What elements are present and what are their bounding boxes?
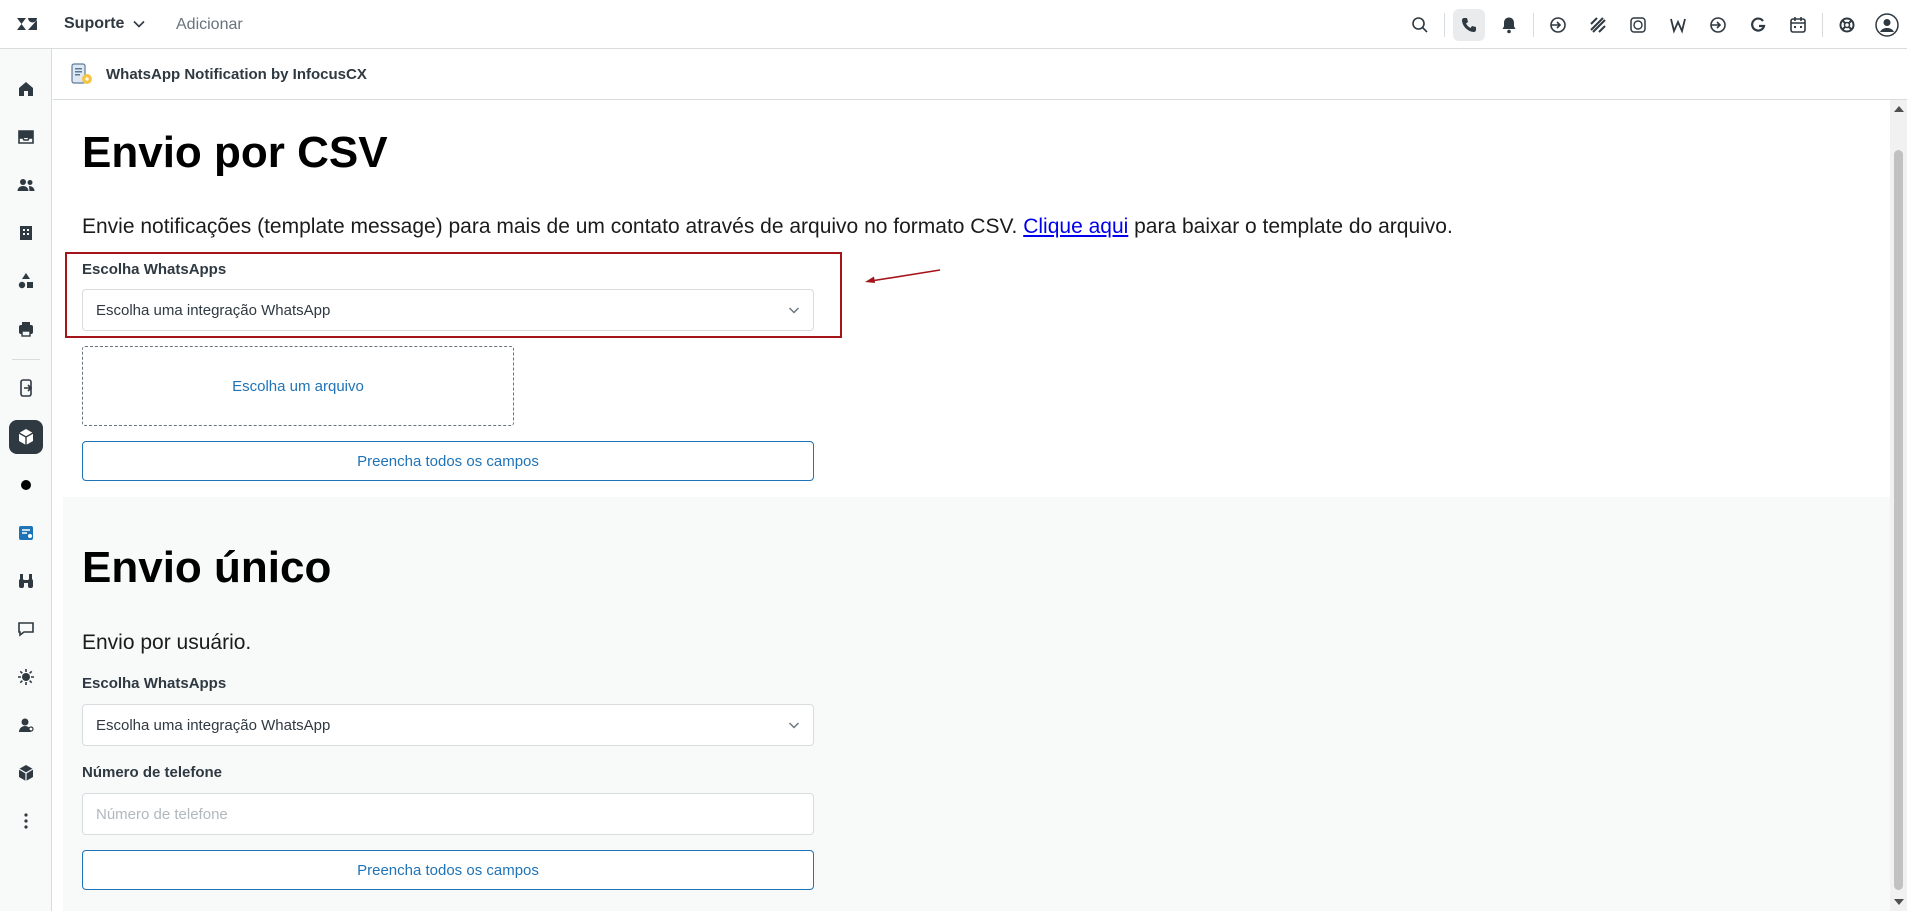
help-button[interactable]	[1827, 0, 1867, 49]
csv-section: Envio por CSV Envie notificações (templa…	[53, 100, 1890, 497]
chat-app-icon	[19, 526, 33, 540]
more-vertical-icon	[24, 813, 28, 829]
sidebar-item-whatsapp-app[interactable]	[9, 420, 43, 454]
phone-icon	[1462, 17, 1476, 32]
top-bar-icons	[1400, 0, 1907, 49]
box-icon	[18, 765, 34, 781]
binoculars-icon	[19, 574, 33, 588]
csv-description: Envie notificações (template message) pa…	[82, 215, 1453, 239]
sidebar-item-dot-app[interactable]	[9, 468, 43, 502]
top-bar: Suporte Adicionar	[0, 0, 1907, 49]
profile-button[interactable]	[1867, 0, 1907, 49]
search-icon	[1412, 16, 1428, 33]
app-calendar-button[interactable]	[1778, 0, 1818, 49]
divider	[1822, 12, 1823, 37]
csv-whatsapp-select-value: Escolha uma integração WhatsApp	[96, 301, 331, 319]
phone-label: Número de telefone	[82, 764, 223, 781]
product-switcher[interactable]: Suporte	[64, 15, 146, 33]
app-transfer-2-button[interactable]	[1698, 0, 1738, 49]
sidebar-item-cube-app[interactable]	[9, 756, 43, 790]
single-section: Envio único Envio por usuário. Escolha W…	[63, 497, 1890, 911]
sidebar	[0, 49, 52, 911]
app-whatsapp-button[interactable]	[1618, 0, 1658, 49]
csv-submit-button[interactable]: Preencha todos os campos	[82, 441, 814, 481]
csv-description-text-end: para baixar o template do arquivo.	[1128, 215, 1453, 238]
divider	[1533, 12, 1534, 37]
whatsapp-notification-app-icon	[71, 63, 92, 84]
app-w-button[interactable]	[1658, 0, 1698, 49]
device-transfer-icon	[20, 379, 33, 397]
chevron-down-icon	[133, 20, 146, 28]
search-button[interactable]	[1400, 0, 1440, 49]
sun-icon	[18, 669, 34, 685]
home-icon	[19, 82, 33, 96]
dot-icon	[21, 480, 31, 490]
csv-whatsapp-select[interactable]: Escolha uma integração WhatsApp	[82, 289, 814, 331]
app-transfer-button[interactable]	[1538, 0, 1578, 49]
single-whatsapp-select-value: Escolha uma integração WhatsApp	[96, 716, 331, 734]
sidebar-item-views[interactable]	[9, 120, 43, 154]
sidebar-item-app-transfer[interactable]	[9, 371, 43, 405]
sidebar-item-chat-app[interactable]	[9, 612, 43, 646]
sidebar-item-agent-app[interactable]	[9, 708, 43, 742]
sidebar-item-binoculars-app[interactable]	[9, 564, 43, 598]
sidebar-item-home[interactable]	[9, 72, 43, 106]
bell-icon	[1502, 17, 1516, 33]
transfer-icon	[1550, 16, 1566, 33]
w-logo-icon	[1670, 18, 1686, 34]
building-icon	[20, 226, 32, 240]
zendesk-logo-icon[interactable]	[14, 13, 38, 37]
talk-button[interactable]	[1449, 0, 1489, 49]
file-dropzone[interactable]: Escolha um arquivo	[82, 346, 514, 426]
users-icon	[17, 179, 35, 191]
g-logo-icon	[1751, 16, 1766, 32]
single-heading: Envio único	[82, 543, 332, 592]
app-header: WhatsApp Notification by InfocusCX	[53, 49, 1907, 100]
shapes-icon	[18, 273, 33, 289]
single-subtitle: Envio por usuário.	[82, 631, 252, 654]
annotation-arrow-icon	[865, 269, 941, 283]
sidebar-divider	[12, 359, 40, 360]
lifebuoy-icon	[1839, 17, 1855, 32]
scroll-up-arrow-icon[interactable]	[1894, 106, 1904, 112]
sidebar-item-sun-app[interactable]	[9, 660, 43, 694]
divider	[1444, 12, 1445, 37]
sidebar-item-more[interactable]	[9, 804, 43, 838]
sidebar-item-blue-app[interactable]	[9, 516, 43, 550]
transfer-icon	[1710, 16, 1726, 33]
single-submit-button[interactable]: Preencha todos os campos	[82, 850, 814, 890]
chevron-down-icon	[789, 307, 799, 314]
sidebar-item-organizations[interactable]	[9, 216, 43, 250]
stripes-icon	[1590, 16, 1606, 33]
sidebar-item-customers[interactable]	[9, 168, 43, 202]
csv-whatsapp-label: Escolha WhatsApps	[82, 261, 227, 278]
cube-icon	[18, 429, 34, 445]
printer-icon	[19, 322, 33, 337]
person-icon	[19, 718, 34, 732]
notifications-button[interactable]	[1489, 0, 1529, 49]
scrollbar-thumb[interactable]	[1894, 150, 1903, 890]
scrollbar[interactable]	[1890, 100, 1907, 911]
speech-bubble-icon	[18, 622, 34, 637]
app-stripes-button[interactable]	[1578, 0, 1618, 49]
single-whatsapp-select[interactable]: Escolha uma integração WhatsApp	[82, 704, 814, 746]
download-template-link[interactable]: Clique aqui	[1023, 215, 1128, 238]
product-label: Suporte	[64, 15, 125, 32]
csv-heading: Envio por CSV	[82, 128, 388, 177]
calendar-icon	[1790, 16, 1806, 33]
inbox-icon	[18, 130, 34, 144]
scroll-down-arrow-icon[interactable]	[1894, 899, 1904, 905]
app-g-button[interactable]	[1738, 0, 1778, 49]
app-title: WhatsApp Notification by InfocusCX	[106, 65, 367, 83]
add-button[interactable]: Adicionar	[176, 16, 243, 34]
whatsapp-icon	[1630, 16, 1646, 33]
sidebar-item-reporting[interactable]	[9, 264, 43, 298]
chevron-down-icon	[789, 722, 799, 729]
avatar-icon	[1875, 12, 1899, 37]
app-content: Envio por CSV Envie notificações (templa…	[53, 100, 1890, 911]
single-whatsapp-label: Escolha WhatsApps	[82, 675, 227, 692]
sidebar-item-admin[interactable]	[9, 312, 43, 346]
phone-input[interactable]	[82, 793, 814, 835]
csv-description-text: Envie notificações (template message) pa…	[82, 215, 1024, 238]
